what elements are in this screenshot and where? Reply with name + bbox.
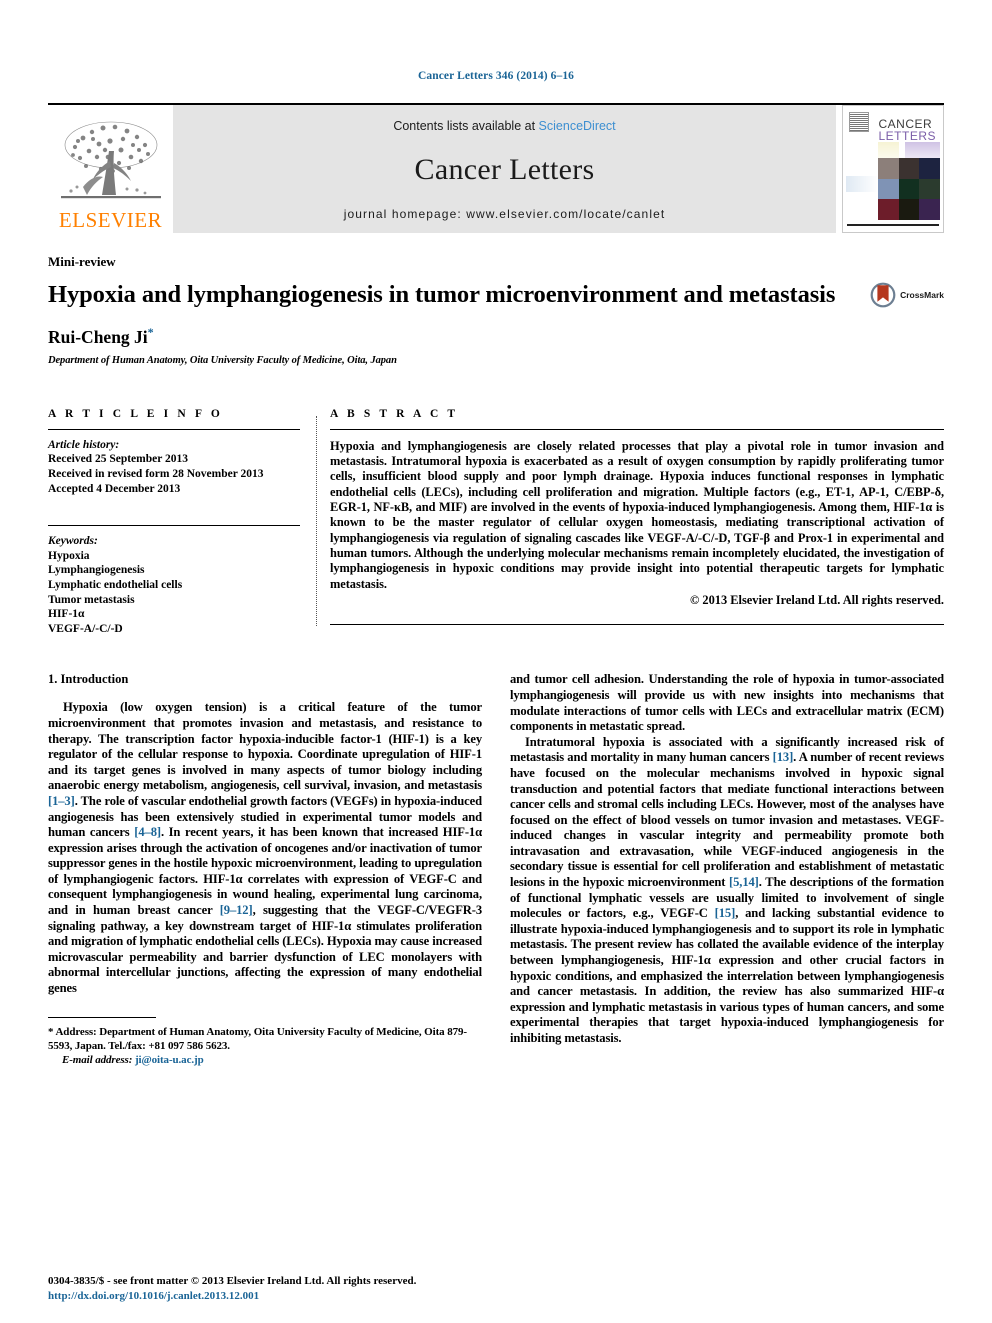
- abstract-heading: A B S T R A C T: [330, 407, 459, 420]
- author-list: Rui-Cheng Ji*: [48, 325, 944, 348]
- crossmark-badge[interactable]: CrossMark: [870, 280, 944, 308]
- crossmark-label: CrossMark: [900, 290, 944, 300]
- journal-homepage-link[interactable]: journal homepage: www.elsevier.com/locat…: [344, 207, 666, 221]
- footnote-email-link[interactable]: ji@oita-u.ac.jp: [135, 1054, 204, 1066]
- footnote-email-line: E-mail address: ji@oita-u.ac.jp: [48, 1053, 482, 1067]
- elsevier-wordmark: ELSEVIER: [58, 208, 163, 232]
- journal-title: Cancer Letters: [414, 153, 595, 186]
- body-column-left: 1. Introduction Hypoxia (low oxygen tens…: [48, 672, 482, 1066]
- cover-elsevier-mark-icon: [849, 112, 869, 132]
- page-footer: 0304-3835/$ - see front matter © 2013 El…: [48, 1274, 488, 1303]
- author-name: Rui-Cheng Ji: [48, 326, 148, 347]
- abstract-column: A B S T R A C T Hypoxia and lymphangioge…: [330, 408, 944, 637]
- elsevier-tree-icon: [60, 121, 161, 199]
- footnote-block: * Address: Department of Human Anatomy, …: [48, 1016, 482, 1067]
- article-history-block: Article history: Received 25 September 2…: [48, 438, 300, 496]
- keywords-block: Keywords: Hypoxia Lymphangiogenesis Lymp…: [48, 534, 300, 636]
- article-history-item: Received in revised form 28 November 201…: [48, 468, 264, 481]
- footnote-email-label: E-mail address:: [62, 1053, 133, 1066]
- masthead-center: Contents lists available at ScienceDirec…: [173, 105, 836, 233]
- elsevier-logo: ELSEVIER: [48, 105, 173, 233]
- journal-cover-thumbnail: CANCER LETTERS: [836, 105, 944, 233]
- cover-band-yellow: [878, 142, 899, 159]
- body-columns: 1. Introduction Hypoxia (low oxygen tens…: [48, 672, 944, 1066]
- cover-title-line2: LETTERS: [878, 129, 936, 143]
- keyword-item: Lymphatic endothelial cells: [48, 578, 183, 591]
- article-history-item: Received 25 September 2013: [48, 453, 188, 466]
- footnote-rule: [48, 1016, 156, 1018]
- title-row: Hypoxia and lymphangiogenesis in tumor m…: [48, 280, 944, 309]
- column-divider: [316, 415, 317, 626]
- abstract-rule: [330, 428, 944, 430]
- page-title: Hypoxia and lymphangiogenesis in tumor m…: [48, 281, 836, 308]
- article-type: Mini-review: [48, 254, 116, 269]
- body-paragraph: Intratumoral hypoxia is associated with …: [510, 734, 944, 1046]
- sciencedirect-link[interactable]: ScienceDirect: [539, 119, 616, 133]
- article-info-rule: [48, 428, 300, 430]
- article-info-column: A R T I C L E I N F O Article history: R…: [48, 408, 300, 637]
- abstract-bottom-rule: [330, 623, 944, 625]
- section-title-introduction: 1. Introduction: [48, 672, 129, 687]
- keyword-item: Hypoxia: [48, 549, 90, 562]
- keyword-item: Lymphangiogenesis: [48, 564, 145, 577]
- cover-band-purple: [905, 142, 940, 159]
- cover-micrograph-grid: [878, 158, 940, 220]
- cover-bottom-rule: [847, 224, 939, 226]
- keywords-label: Keywords:: [48, 535, 98, 548]
- keywords-rule: [48, 525, 300, 527]
- keyword-item: HIF-1α: [48, 608, 85, 621]
- crossmark-icon: [870, 282, 896, 308]
- keyword-item: Tumor metastasis: [48, 593, 135, 606]
- footnote-address-text: Address: Department of Human Anatomy, Oi…: [48, 1025, 467, 1052]
- abstract-text: Hypoxia and lymphangiogenesis are closel…: [330, 438, 944, 591]
- cover-title: CANCER LETTERS: [878, 118, 936, 142]
- body-paragraph: and tumor cell adhesion. Understanding t…: [510, 672, 944, 734]
- author-corresponding-marker: *: [147, 325, 154, 339]
- footer-doi-link[interactable]: http://dx.doi.org/10.1016/j.canlet.2013.…: [48, 1289, 488, 1304]
- journal-masthead: ELSEVIER Contents lists available at Sci…: [48, 103, 944, 233]
- footnote-address: * Address: Department of Human Anatomy, …: [48, 1025, 482, 1067]
- info-abstract-region: A R T I C L E I N F O Article history: R…: [48, 408, 944, 637]
- cover-band-blue: [846, 176, 878, 192]
- article-history-label: Article history:: [48, 438, 120, 451]
- abstract-copyright: © 2013 Elsevier Ireland Ltd. All rights …: [690, 592, 944, 607]
- keyword-item: VEGF-A/-C/-D: [48, 622, 123, 635]
- footnote-marker: *: [48, 1025, 54, 1038]
- footer-copyright: 0304-3835/$ - see front matter © 2013 El…: [48, 1275, 417, 1287]
- article-history-item: Accepted 4 December 2013: [48, 482, 181, 495]
- affiliation: Department of Human Anatomy, Oita Univer…: [48, 354, 397, 366]
- article-info-heading: A R T I C L E I N F O: [48, 407, 223, 420]
- contents-prefix: Contents lists available at: [393, 119, 536, 133]
- body-column-right: and tumor cell adhesion. Understanding t…: [510, 672, 944, 1066]
- body-paragraph: Hypoxia (low oxygen tension) is a critic…: [48, 700, 483, 996]
- paper-page: Cancer Letters 346 (2014) 6–16 ELSEVIER …: [0, 0, 992, 1323]
- contents-available-line: Contents lists available at ScienceDirec…: [393, 119, 615, 133]
- running-head: Cancer Letters 346 (2014) 6–16: [417, 70, 575, 82]
- cover-image: CANCER LETTERS: [842, 105, 944, 233]
